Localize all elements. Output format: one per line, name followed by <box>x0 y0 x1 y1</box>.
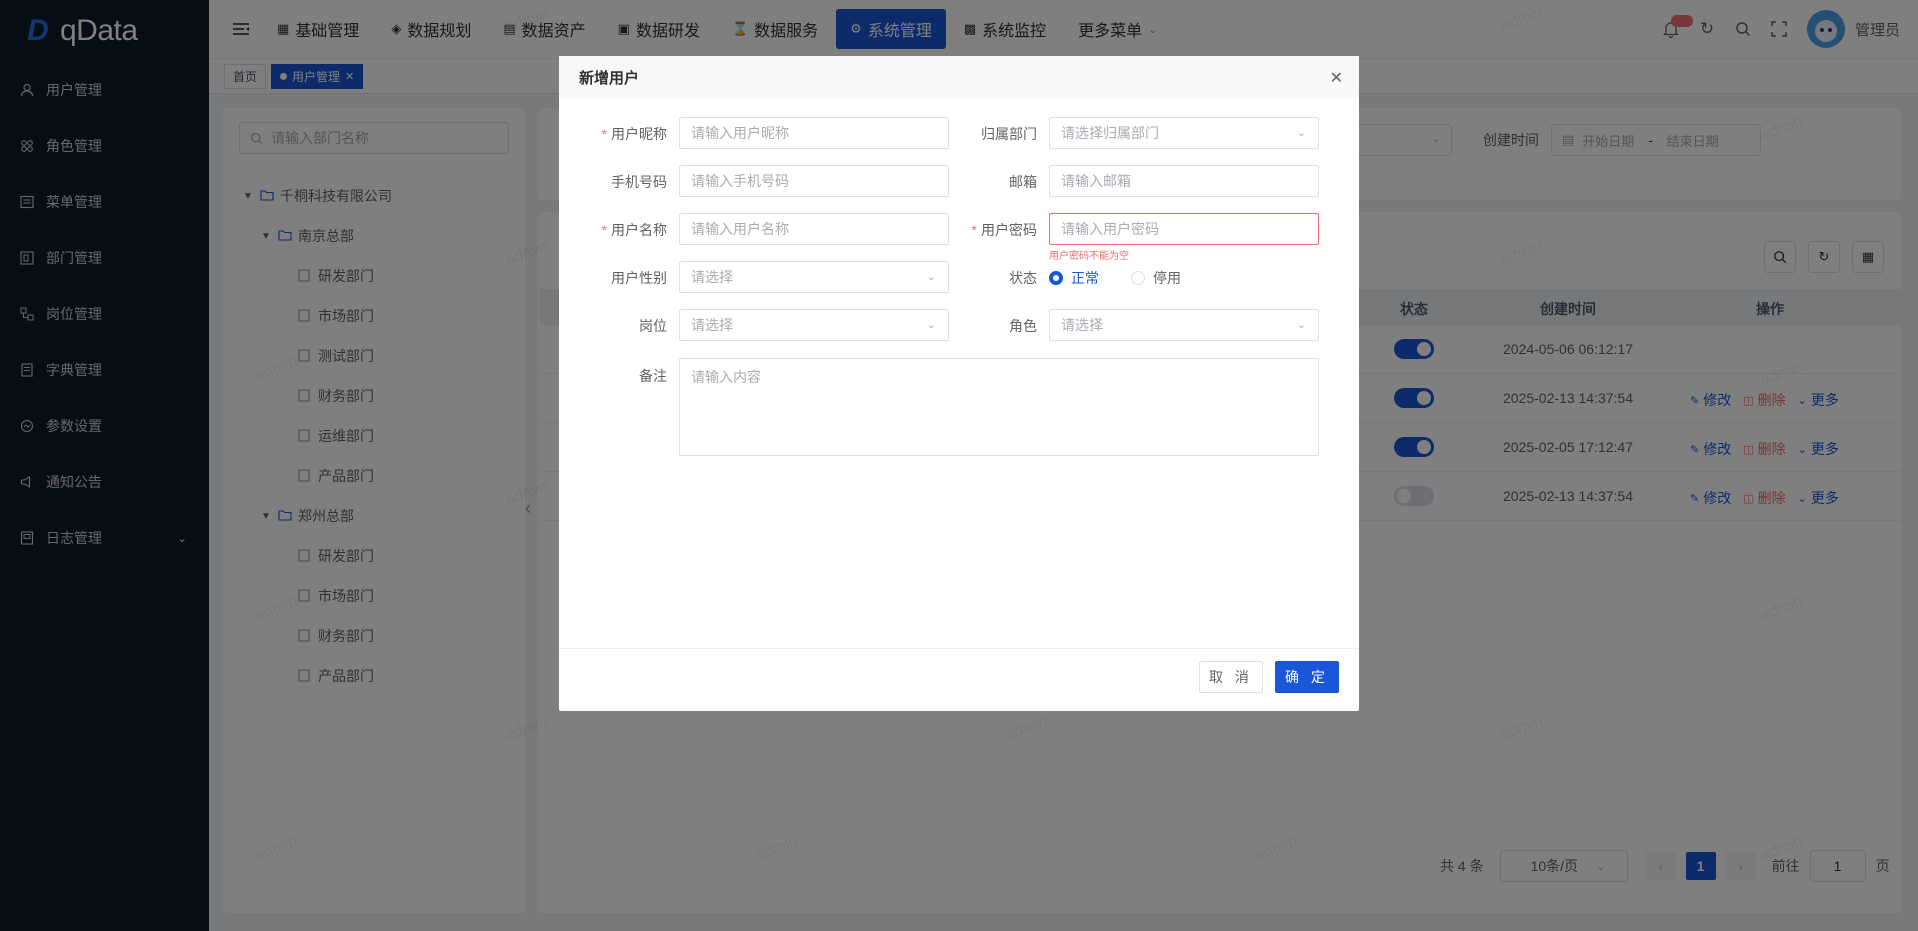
label-text: 备注 <box>639 368 667 384</box>
label-text: 用户性别 <box>611 270 667 286</box>
password-label: * 用户密码 <box>937 220 1037 240</box>
close-icon[interactable]: ✕ <box>1330 68 1343 88</box>
label-text: 手机号码 <box>611 174 667 190</box>
add-user-dialog: 新增用户 ✕ * 用户昵称 请输入用户昵称 归属部门 请选择归属部门 ⌄ 手机号码 … <box>559 56 1359 711</box>
dialog-header: 新增用户 ✕ <box>559 56 1359 98</box>
status-radio-disabled[interactable]: 停用 <box>1131 268 1181 288</box>
chevron-down-icon: ⌄ <box>926 319 936 331</box>
remark-label: 备注 <box>567 366 667 386</box>
placeholder: 请输入手机号码 <box>691 173 789 189</box>
dialog-footer: 取 消 确 定 <box>559 648 1359 711</box>
placeholder: 请输入内容 <box>691 369 761 385</box>
radio-label: 正常 <box>1071 270 1099 286</box>
label-text: 用户名称 <box>611 222 667 238</box>
nickname-input[interactable]: 请输入用户昵称 <box>679 117 949 149</box>
required-mark: * <box>601 126 607 142</box>
email-label: 邮箱 <box>937 172 1037 192</box>
role-label: 角色 <box>937 316 1037 336</box>
placeholder: 请选择 <box>1061 317 1103 333</box>
dept-select[interactable]: 请选择归属部门 ⌄ <box>1049 117 1319 149</box>
chevron-down-icon: ⌄ <box>1296 319 1306 331</box>
gender-label: 用户性别 <box>567 268 667 288</box>
placeholder: 请选择 <box>691 317 733 333</box>
label-text: 角色 <box>1009 318 1037 334</box>
dept-label: 归属部门 <box>937 124 1037 144</box>
placeholder: 请选择归属部门 <box>1061 125 1159 141</box>
confirm-button[interactable]: 确 定 <box>1275 661 1339 693</box>
password-error: 用户密码不能为空 <box>1049 251 1129 262</box>
remark-textarea[interactable]: 请输入内容 <box>679 358 1319 456</box>
chevron-down-icon: ⌄ <box>926 271 936 283</box>
status-label: 状态 <box>937 268 1037 288</box>
label-text: 用户密码 <box>981 222 1037 238</box>
phone-input[interactable]: 请输入手机号码 <box>679 165 949 197</box>
cancel-button[interactable]: 取 消 <box>1199 661 1263 693</box>
gender-select[interactable]: 请选择 ⌄ <box>679 261 949 293</box>
nickname-label: * 用户昵称 <box>567 124 667 144</box>
username-input[interactable]: 请输入用户名称 <box>679 213 949 245</box>
post-label: 岗位 <box>567 316 667 336</box>
required-mark: * <box>601 222 607 238</box>
radio-icon <box>1131 271 1145 285</box>
phone-label: 手机号码 <box>567 172 667 192</box>
radio-label: 停用 <box>1153 270 1181 286</box>
placeholder: 请选择 <box>691 269 733 285</box>
label-text: 邮箱 <box>1009 174 1037 190</box>
label-text: 状态 <box>1009 270 1037 286</box>
placeholder: 请输入用户昵称 <box>691 125 789 141</box>
placeholder: 请输入用户名称 <box>691 221 789 237</box>
status-radio-normal[interactable]: 正常 <box>1049 268 1099 288</box>
required-mark: * <box>971 222 977 238</box>
placeholder: 请输入邮箱 <box>1061 173 1131 189</box>
password-input[interactable]: 请输入用户密码 <box>1049 213 1319 245</box>
placeholder: 请输入用户密码 <box>1061 221 1159 237</box>
dialog-title: 新增用户 <box>579 69 640 87</box>
radio-icon <box>1049 271 1063 285</box>
post-select[interactable]: 请选择 ⌄ <box>679 309 949 341</box>
label-text: 归属部门 <box>981 126 1037 142</box>
chevron-down-icon: ⌄ <box>1296 127 1306 139</box>
label-text: 用户昵称 <box>611 126 667 142</box>
label-text: 岗位 <box>639 318 667 334</box>
role-select[interactable]: 请选择 ⌄ <box>1049 309 1319 341</box>
username-label: * 用户名称 <box>567 220 667 240</box>
email-input[interactable]: 请输入邮箱 <box>1049 165 1319 197</box>
